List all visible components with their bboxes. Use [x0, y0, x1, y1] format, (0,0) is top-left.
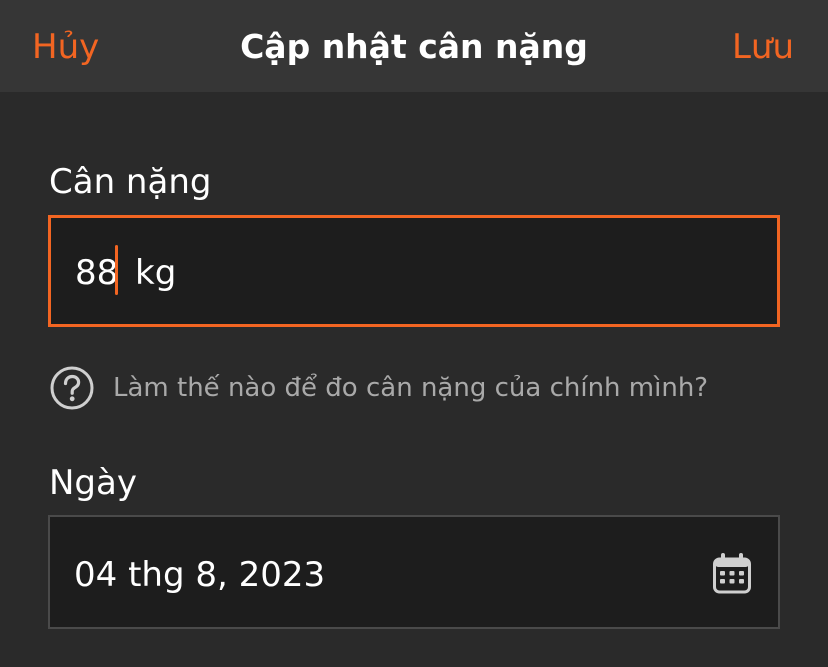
help-link[interactable]: Làm thế nào để đo cân nặng của chính mìn…	[49, 365, 749, 411]
text-caret	[115, 245, 118, 295]
weight-label: Cân nặng	[49, 162, 212, 202]
question-circle-icon[interactable]	[49, 365, 95, 411]
weight-unit: kg	[135, 253, 177, 293]
date-field[interactable]: 04 thg 8, 2023	[48, 515, 780, 629]
weight-input[interactable]: 88 kg	[48, 215, 780, 327]
page-title: Cập nhật cân nặng	[240, 27, 588, 66]
date-label: Ngày	[49, 463, 137, 503]
date-value[interactable]: 04 thg 8, 2023	[74, 553, 325, 597]
nav-bar: Hủy Cập nhật cân nặng Lưu	[0, 0, 828, 92]
weight-value[interactable]: 88	[75, 251, 118, 295]
calendar-icon[interactable]	[712, 551, 752, 595]
save-button[interactable]: Lưu	[732, 26, 794, 68]
help-link-text[interactable]: Làm thế nào để đo cân nặng của chính mìn…	[113, 371, 708, 405]
